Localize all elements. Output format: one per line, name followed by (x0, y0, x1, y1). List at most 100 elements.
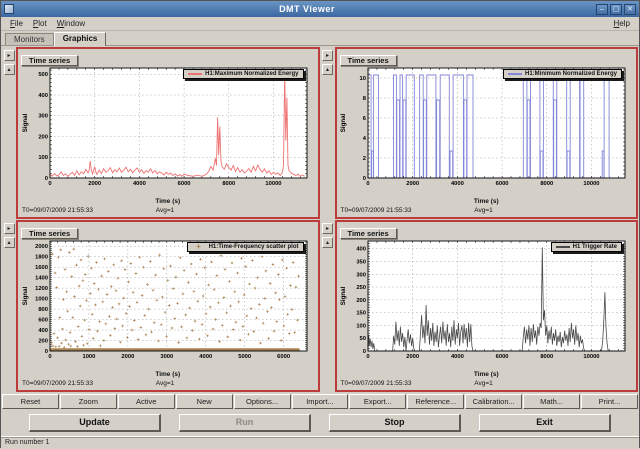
t0-label: T0=09/07/2009 21:55:33 (22, 380, 93, 387)
svg-text:1000: 1000 (82, 354, 95, 360)
svg-text:10000: 10000 (584, 181, 600, 187)
export-button[interactable]: Export... (349, 394, 406, 409)
t0-label: T0=09/07/2009 21:55:33 (22, 207, 93, 214)
time-series-panel-3: Time series 0100020003000400050006000020… (16, 220, 320, 392)
svg-text:300: 300 (38, 114, 48, 120)
legend-plus-marker-sample: + (192, 244, 206, 250)
svg-text:8000: 8000 (541, 181, 554, 187)
svg-text:200: 200 (357, 298, 367, 304)
run-controls: Update Run Stop Exit (1, 410, 639, 436)
options-button[interactable]: Options... (234, 394, 291, 409)
time-frequency-scatter-chart[interactable]: 0100020003000400050006000020040060080010… (20, 236, 316, 364)
svg-text:200: 200 (38, 339, 48, 345)
stop-button[interactable]: Stop (329, 414, 461, 432)
zoom-button[interactable]: Zoom (60, 394, 117, 409)
calibration-button[interactable]: Calibration... (465, 394, 522, 409)
menu-help[interactable]: Help (609, 19, 635, 28)
print-button[interactable]: Print... (581, 394, 638, 409)
min-normalized-energy-chart[interactable]: 02000400060008000100000246810Signal (338, 63, 634, 191)
svg-text:2000: 2000 (121, 354, 134, 360)
svg-text:Signal: Signal (340, 113, 347, 132)
svg-text:Signal: Signal (340, 286, 347, 305)
svg-text:2000: 2000 (406, 354, 419, 360)
close-button[interactable]: ✕ (624, 4, 636, 15)
tab-monitors[interactable]: Monitors (5, 33, 54, 45)
legend-line-sample-red (188, 73, 202, 75)
svg-text:300: 300 (357, 272, 367, 278)
panel3-arrow-right-button[interactable]: ▸ (4, 223, 15, 234)
panel4-arrow-up-button[interactable]: ▴ (322, 237, 333, 248)
title-bar[interactable]: DMT Viewer – ▢ ✕ (1, 1, 639, 17)
svg-text:500: 500 (38, 72, 48, 78)
dmt-viewer-window: DMT Viewer – ▢ ✕ File Plot Window Help M… (0, 0, 640, 448)
svg-text:4000: 4000 (451, 354, 464, 360)
active-button[interactable]: Active (118, 394, 175, 409)
menu-plot[interactable]: Plot (28, 19, 52, 28)
t0-label: T0=09/07/2009 21:55:33 (341, 380, 412, 387)
legend-label: H1 Trigger Rate (573, 244, 617, 250)
import-button[interactable]: Import... (292, 394, 349, 409)
avg-label: Avg=1 (156, 207, 175, 214)
legend-label: H1:Maximum Normalized Energy (205, 71, 298, 77)
tab-graphics[interactable]: Graphics (54, 32, 107, 46)
panel1-arrow-up-button[interactable]: ▴ (4, 64, 15, 75)
panel2-arrow-right-button[interactable]: ▸ (322, 50, 333, 61)
panel2-arrow-up-button[interactable]: ▴ (322, 64, 333, 75)
svg-text:1600: 1600 (35, 265, 48, 271)
legend-line-sample-blue (508, 73, 522, 75)
run-button[interactable]: Run (179, 414, 311, 432)
svg-text:0: 0 (45, 176, 48, 182)
trigger-rate-chart[interactable]: 0200040006000800010000050100150200250300… (338, 236, 634, 364)
svg-text:10: 10 (360, 76, 366, 82)
svg-text:400: 400 (357, 247, 367, 253)
avg-label: Avg=1 (474, 380, 493, 387)
svg-text:1800: 1800 (35, 255, 48, 261)
panel4-arrow-right-button[interactable]: ▸ (322, 223, 333, 234)
menu-bar: File Plot Window Help (1, 17, 639, 31)
legend-line-sample-dark (556, 246, 570, 248)
svg-text:0: 0 (48, 181, 51, 187)
svg-text:1000: 1000 (35, 297, 48, 303)
chart-legend-4: H1 Trigger Rate (551, 242, 622, 252)
panel3-arrow-up-button[interactable]: ▴ (4, 237, 15, 248)
x-axis-label: Time (s) (18, 371, 318, 380)
svg-text:10000: 10000 (265, 181, 281, 187)
svg-text:350: 350 (357, 259, 367, 265)
maximize-button[interactable]: ▢ (610, 4, 622, 15)
menu-window[interactable]: Window (52, 19, 90, 28)
reset-button[interactable]: Reset (2, 394, 59, 409)
svg-text:150: 150 (357, 311, 367, 317)
svg-text:0: 0 (367, 181, 370, 187)
max-normalized-energy-chart[interactable]: 02000400060008000100000100200300400500Si… (20, 63, 316, 191)
math-button[interactable]: Math... (523, 394, 580, 409)
svg-text:6000: 6000 (496, 354, 509, 360)
svg-text:2000: 2000 (88, 181, 101, 187)
svg-text:5000: 5000 (238, 354, 251, 360)
plot-toolbar: Reset Zoom Active New Options... Import.… (1, 393, 639, 410)
svg-text:6: 6 (363, 116, 367, 122)
exit-button[interactable]: Exit (479, 414, 611, 432)
chart-legend-1: H1:Maximum Normalized Energy (183, 69, 303, 79)
update-button[interactable]: Update (29, 414, 161, 432)
x-axis-label: Time (s) (337, 371, 637, 380)
svg-text:1400: 1400 (35, 276, 48, 282)
panel1-arrow-right-button[interactable]: ▸ (4, 50, 15, 61)
chart-legend-2: H1:Minimum Normalized Energy (503, 69, 622, 79)
svg-text:2: 2 (363, 156, 366, 162)
svg-text:0: 0 (367, 354, 370, 360)
svg-text:0: 0 (363, 176, 366, 182)
svg-text:2000: 2000 (406, 181, 419, 187)
svg-text:Signal: Signal (22, 113, 29, 132)
new-button[interactable]: New (176, 394, 233, 409)
window-title: DMT Viewer (18, 4, 596, 14)
reference-button[interactable]: Reference... (407, 394, 464, 409)
svg-text:50: 50 (360, 336, 366, 342)
status-bar: Run number 1 (1, 436, 639, 449)
minimize-button[interactable]: – (596, 4, 608, 15)
svg-text:0: 0 (48, 354, 51, 360)
menu-file[interactable]: File (5, 19, 28, 28)
time-series-panel-1: Time series 0200040006000800010000010020… (16, 47, 320, 219)
tab-bar: Monitors Graphics (1, 31, 639, 46)
svg-text:100: 100 (38, 155, 48, 161)
window-icon (4, 4, 14, 14)
